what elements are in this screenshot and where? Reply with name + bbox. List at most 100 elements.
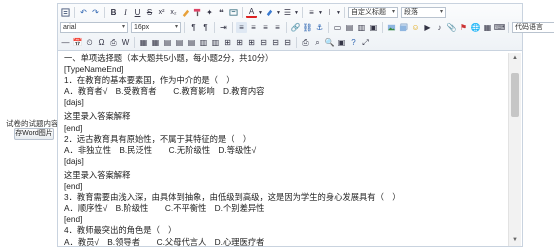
delete-row-icon[interactable]: ▤ — [186, 37, 197, 48]
unlink-icon[interactable]: ⛓ — [302, 22, 313, 33]
content-line: 这里录入答案解释 — [64, 111, 131, 122]
toolbar-row-2: arial ▾ 16px ▾ ¶ ¶ ⇥ ≡ ≡ ≡ ≡ 🔗 ⛓ ⚓ ▭ ▤ ▥ ▣… — [60, 21, 554, 34]
dropdown-arrow-icon[interactable]: ▼ — [336, 7, 341, 18]
preview-icon[interactable]: ⌕ — [312, 37, 323, 48]
indent-icon[interactable]: ⇥ — [218, 22, 229, 33]
undo-icon[interactable]: ↶ — [78, 7, 89, 18]
scroll-down-icon[interactable]: ▼ — [509, 235, 521, 246]
delete-table-icon[interactable]: ▦ — [150, 37, 161, 48]
horizontal-rule-icon[interactable]: — — [60, 37, 71, 48]
superscript-icon[interactable]: x² — [156, 7, 167, 18]
word-image-button[interactable]: 存Word图片 — [14, 128, 54, 140]
attachment-icon[interactable]: 📎 — [446, 22, 457, 33]
paragraph-select[interactable]: 段落 ▾ — [401, 7, 446, 18]
print-icon[interactable]: ⎙ — [300, 37, 311, 48]
anchor-icon[interactable]: ⚓ — [314, 22, 325, 33]
pick-icon[interactable]: ✦ — [204, 7, 215, 18]
blockquote-icon[interactable]: ❝ — [216, 7, 227, 18]
font-size-select[interactable]: 16px ▾ — [131, 22, 181, 33]
vertical-scrollbar[interactable]: ▲ ▼ — [508, 53, 521, 246]
italic-icon[interactable]: I — [120, 7, 131, 18]
content-line: 一、单项选择题（本大题共5小题，每小题2分，共10分） — [64, 53, 274, 63]
source-icon[interactable] — [60, 7, 71, 18]
dropdown-arrow-icon[interactable]: ▼ — [318, 7, 323, 18]
dropdown-arrow-icon[interactable]: ▼ — [294, 7, 299, 18]
drafts-icon[interactable]: ▣ — [336, 37, 347, 48]
content-line: 4．教师最突出的角色是（ ） — [64, 225, 177, 236]
fullscreen-icon[interactable]: ⤢ — [360, 37, 371, 48]
video-icon[interactable]: ▶ — [422, 22, 433, 33]
align-right-icon[interactable]: ≡ — [260, 22, 271, 33]
font-color-icon[interactable]: A — [246, 7, 257, 18]
form-label-panel: 试卷的试题内容: 存Word图片 — [0, 0, 61, 247]
editor-toolbar: ↶ ↷ B I U S x² x₂ ✦ ❝ A ▼ ▼ ☰ ▼ ≡ ▼ ⁝ ▼ — [58, 4, 554, 51]
code-language-select[interactable]: 代码语言▾ — [512, 22, 554, 33]
content-line: 2．远古教育具有原始性，不属于其特征的是（ ） — [64, 133, 252, 144]
content-line: [TypeNameEnd] — [64, 64, 124, 75]
align-center-icon[interactable]: ≡ — [248, 22, 259, 33]
format-painter-icon[interactable] — [192, 7, 203, 18]
insert-image-icon[interactable] — [386, 22, 397, 33]
redo-icon[interactable]: ↷ — [90, 7, 101, 18]
dropdown-arrow-icon[interactable]: ▼ — [276, 7, 281, 18]
custom-title-select[interactable]: 自定义标题 ▾ — [348, 7, 398, 18]
split-cols-icon[interactable]: ⊟ — [282, 37, 293, 48]
editor-content[interactable]: 一、单项选择题（本大题共5小题，每小题2分，共10分） [TypeNameEnd… — [60, 53, 506, 246]
rtl-icon[interactable]: ¶ — [200, 22, 211, 33]
wordimage-icon[interactable]: W — [120, 37, 131, 48]
content-line: A．教育者√ B.受教育者 C.教育影响 D.教育内容 — [64, 86, 265, 97]
subscript-icon[interactable]: x₂ — [168, 7, 179, 18]
ordered-list-icon[interactable]: ≡ — [306, 7, 317, 18]
ltr-icon[interactable]: ¶ — [188, 22, 199, 33]
delete-col-icon[interactable]: ▥ — [210, 37, 221, 48]
highlight-color-icon[interactable] — [264, 7, 275, 18]
align-left-icon[interactable]: ≡ — [236, 22, 247, 33]
insert-col-icon[interactable]: ▥ — [198, 37, 209, 48]
image-float-left-icon[interactable]: ▤ — [344, 22, 355, 33]
special-chars-icon[interactable]: Ω — [96, 37, 107, 48]
date-icon[interactable]: 📅 — [72, 37, 83, 48]
scrollbar-thumb[interactable] — [511, 73, 519, 117]
emotion-icon[interactable]: ☺ — [410, 22, 421, 33]
image-float-right-icon[interactable]: ▥ — [356, 22, 367, 33]
clear-format-icon[interactable] — [180, 7, 191, 18]
content-line: [end] — [64, 214, 83, 225]
multi-image-icon[interactable] — [398, 22, 409, 33]
merge-down-icon[interactable]: ⊞ — [246, 37, 257, 48]
content-line: 1．在教育的基本要素国，作为中介的是（ ） — [64, 75, 235, 86]
content-line: A．教员√ B.领导者 C.父母代言人 D.心理医疗者 — [64, 236, 265, 247]
insert-frame-icon[interactable]: ▦ — [482, 22, 493, 33]
merge-cells-icon[interactable]: ⊞ — [222, 37, 233, 48]
font-family-select[interactable]: arial ▾ — [60, 22, 128, 33]
content-line: 这里录入答案解释 — [64, 169, 131, 180]
merge-right-icon[interactable]: ⊞ — [234, 37, 245, 48]
image-center-icon[interactable]: ▣ — [368, 22, 379, 33]
snapscreen-icon[interactable]: ⎙ — [108, 37, 119, 48]
insert-code-icon[interactable] — [228, 7, 239, 18]
dropdown-arrow-icon[interactable]: ▼ — [258, 7, 263, 18]
align-justify-icon[interactable]: ≡ — [272, 22, 283, 33]
strikethrough-icon[interactable]: S — [144, 7, 155, 18]
help-icon[interactable]: ? — [348, 37, 359, 48]
time-icon[interactable]: ⏲ — [84, 37, 95, 48]
search-replace-icon[interactable]: 🔍 — [324, 37, 335, 48]
insert-paragraph-before-table-icon[interactable]: ▤ — [162, 37, 173, 48]
underline-icon[interactable]: U — [132, 7, 143, 18]
scroll-up-icon[interactable]: ▲ — [509, 53, 521, 64]
content-line: [dajs] — [64, 97, 84, 108]
split-cells-icon[interactable]: ⊟ — [258, 37, 269, 48]
gmap-icon[interactable]: 🌐 — [470, 22, 481, 33]
toolbar-row-1: ↶ ↷ B I U S x² x₂ ✦ ❝ A ▼ ▼ ☰ ▼ ≡ ▼ ⁝ ▼ — [60, 6, 446, 19]
link-icon[interactable]: 🔗 — [290, 22, 301, 33]
insert-code-block-icon[interactable]: ⌨ — [494, 22, 506, 33]
map-icon[interactable]: ⚑ — [458, 22, 469, 33]
content-line: 3．教育需要由浅入深，由具体到抽象，由低级到高级，这是因为学生的身心发展具有（ … — [64, 192, 401, 203]
insert-row-icon[interactable]: ▤ — [174, 37, 185, 48]
unordered-list-icon[interactable]: ⁝ — [324, 7, 335, 18]
image-float-none-icon[interactable]: ▭ — [332, 22, 343, 33]
music-icon[interactable]: ♪ — [434, 22, 445, 33]
line-height-icon[interactable]: ☰ — [282, 7, 293, 18]
bold-icon[interactable]: B — [108, 7, 119, 18]
split-rows-icon[interactable]: ⊟ — [270, 37, 281, 48]
insert-table-icon[interactable]: ▦ — [138, 37, 149, 48]
